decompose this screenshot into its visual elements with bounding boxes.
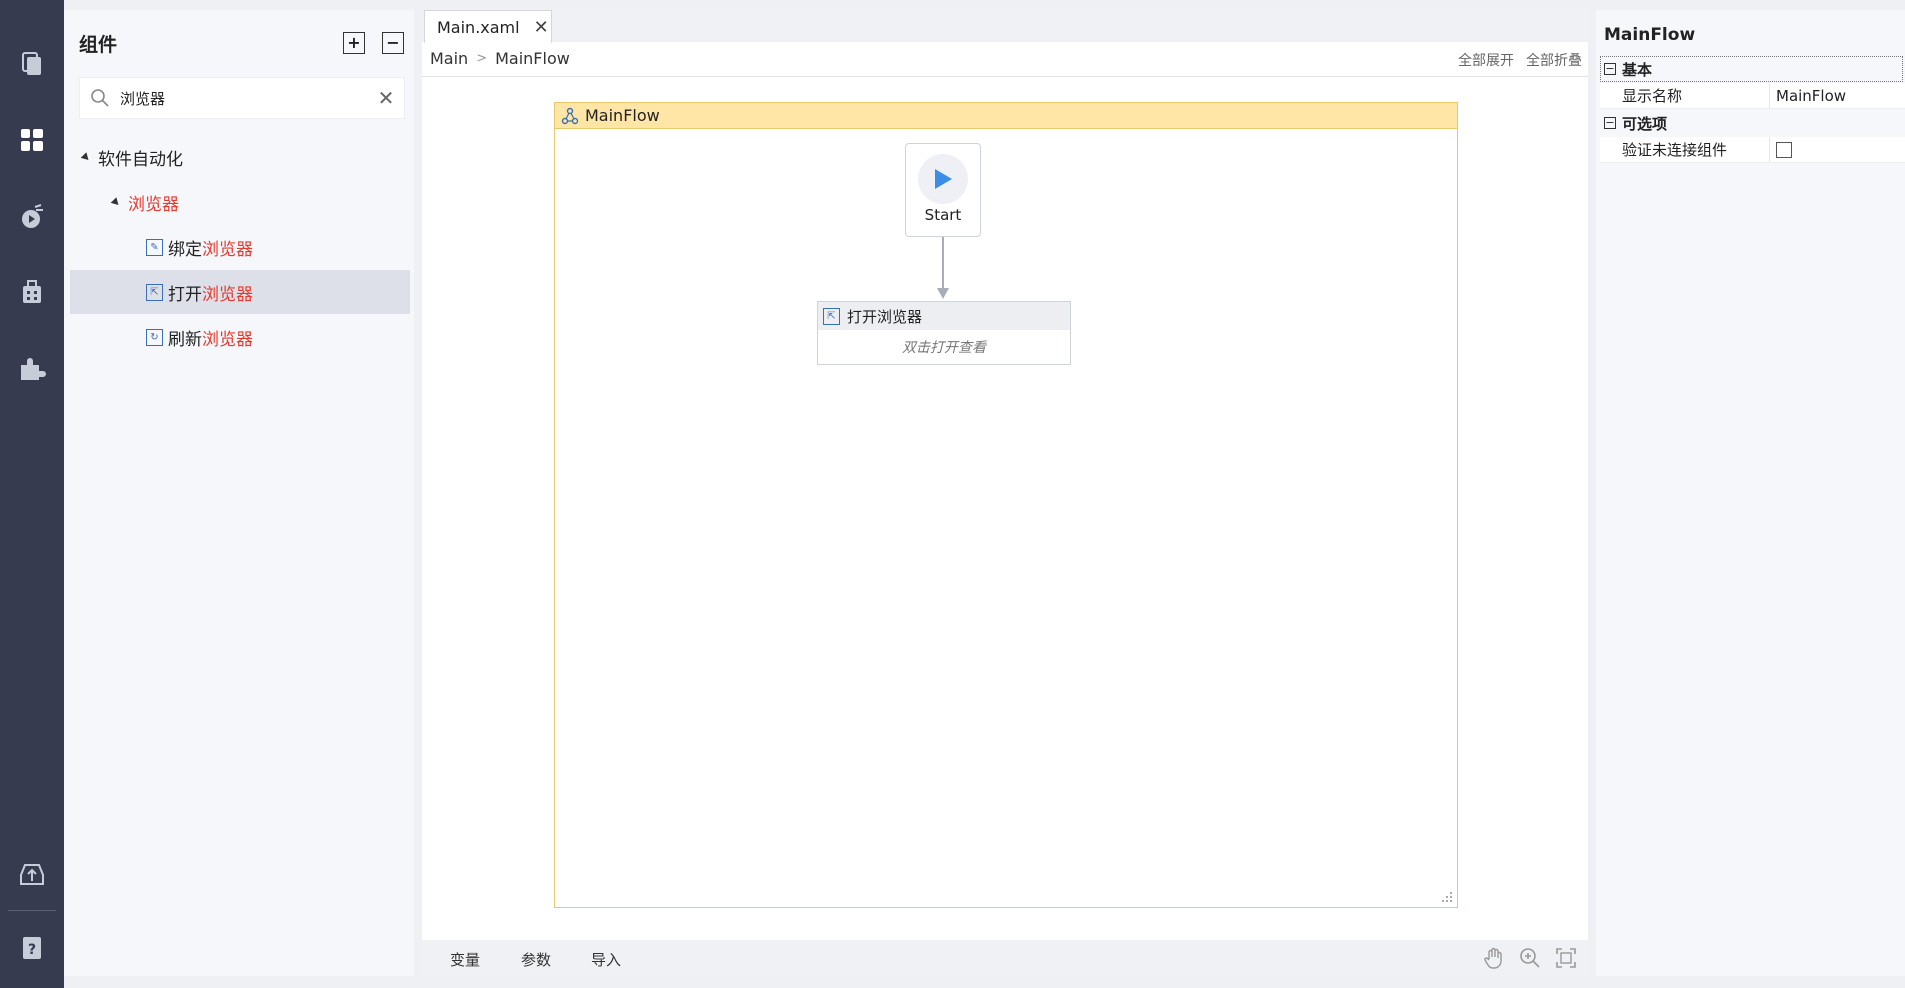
expand-arrow-icon [80,151,92,163]
tree-node-label: 浏览器 [128,194,179,215]
validate-checkbox[interactable] [1776,141,1792,158]
left-rail: ? [0,0,64,988]
validate-checkbox-cell [1770,141,1792,158]
activity-open-browser[interactable]: ⇱ 打开浏览器 双击打开查看 [817,301,1071,365]
open-browser-icon: ⇱ [146,283,163,301]
activity-hint: 双击打开查看 [902,340,986,356]
breadcrumb: Main > MainFlow [430,49,570,68]
publish-icon[interactable] [10,852,54,896]
app-window: ? 组件 + − 浏览器 ✕ 软件自动化 浏览器 ✎ 绑定 浏览器 ⇱ 打开 浏览器 [0,0,1905,988]
designer-area: Main.xaml ✕ Main > MainFlow 全部展开 全部折叠 Ma… [422,10,1588,976]
activity-title: 打开浏览器 [847,307,923,326]
recorder-icon[interactable] [10,194,54,238]
breadcrumb-mainflow[interactable]: MainFlow [495,49,570,68]
property-key: 验证未连接组件 [1600,137,1770,162]
collapse-all-icon[interactable]: − [382,32,404,54]
tree-item-match: 浏览器 [202,239,253,260]
tree-node-label: 软件自动化 [98,149,183,170]
component-search[interactable]: 浏览器 ✕ [79,77,405,119]
properties-panel: MainFlow − 基本 显示名称 MainFlow − 可选项 验证未连接组… [1596,10,1905,976]
start-node[interactable]: Start [905,143,981,237]
tree-item-prefix: 刷新 [168,329,202,350]
expand-all-icon[interactable]: + [343,32,365,54]
category-basic[interactable]: − 基本 [1600,56,1905,82]
tree-item-prefix: 打开 [168,284,202,305]
activity-header: ⇱ 打开浏览器 [818,302,1070,330]
flow-connector[interactable] [942,237,944,289]
category-label: 基本 [1622,60,1653,79]
tree-node-browser[interactable]: 浏览器 [70,180,410,224]
tree-item-match: 浏览器 [202,284,253,305]
breadcrumb-separator: > [476,51,488,66]
resize-grip-icon[interactable] [1439,889,1453,903]
flowchart-header: MainFlow [555,103,1457,129]
divider [422,76,1588,77]
expand-arrow-icon [110,196,122,208]
tab-imports[interactable]: 导入 [591,949,621,970]
zoom-in-icon[interactable] [1518,946,1542,970]
collapse-category-icon[interactable]: − [1604,63,1616,75]
flowchart-title: MainFlow [585,106,660,125]
tree-item-prefix: 绑定 [168,239,202,260]
plugin-icon[interactable] [10,346,54,390]
hand-pan-icon[interactable] [1482,946,1506,970]
help-icon[interactable]: ? [10,926,54,970]
collapse-category-icon[interactable]: − [1604,117,1616,129]
play-icon [918,154,968,204]
designer-bottom-bar: 变量 参数 导入 [422,940,1588,976]
tab-variables[interactable]: 变量 [450,949,480,970]
fit-to-screen-icon[interactable] [1554,946,1578,970]
category-optional[interactable]: − 可选项 [1600,110,1905,136]
tree-item-open-browser[interactable]: ⇱ 打开 浏览器 [70,270,410,314]
rail-divider [8,910,56,911]
breadcrumb-main[interactable]: Main [430,49,468,68]
property-key: 显示名称 [1600,83,1770,108]
tree-item-bind-browser[interactable]: ✎ 绑定 浏览器 [70,225,410,269]
tree-item-match: 浏览器 [202,329,253,350]
clear-search-icon[interactable]: ✕ [368,86,404,110]
tab-arguments[interactable]: 参数 [521,949,551,970]
search-input[interactable]: 浏览器 [120,88,368,109]
document-tabs: Main.xaml ✕ [422,10,1588,43]
svg-text:?: ? [28,942,36,958]
expand-collapse-links: 全部展开 全部折叠 [1458,50,1582,70]
tab-label: Main.xaml [437,17,520,37]
files-icon[interactable] [10,42,54,86]
expand-all-link[interactable]: 全部展开 [1458,50,1514,70]
connector-arrow-icon [937,288,949,299]
start-label: Start [924,206,962,224]
property-row-display-name: 显示名称 MainFlow [1600,83,1905,109]
flowchart-icon [561,107,579,124]
property-row-validate: 验证未连接组件 [1600,137,1905,163]
refresh-browser-icon: ↻ [146,328,163,346]
tab-main-xaml[interactable]: Main.xaml ✕ [424,10,552,43]
collapse-all-link[interactable]: 全部折叠 [1526,50,1582,70]
components-title: 组件 [79,34,118,56]
components-icon[interactable] [10,118,54,162]
properties-title: MainFlow [1604,25,1696,45]
open-browser-icon: ⇱ [823,307,840,325]
tree-node-software-automation[interactable]: 软件自动化 [70,135,410,179]
flowchart-container[interactable]: MainFlow Start ⇱ 打开浏览器 双击打开查看 [554,102,1458,908]
tree-item-refresh-browser[interactable]: ↻ 刷新 浏览器 [70,315,410,359]
category-label: 可选项 [1622,114,1668,133]
close-tab-icon[interactable]: ✕ [534,17,549,38]
display-name-field[interactable]: MainFlow [1770,87,1846,105]
bind-browser-icon: ✎ [146,238,163,256]
components-panel: 组件 + − 浏览器 ✕ 软件自动化 浏览器 ✎ 绑定 浏览器 ⇱ 打开 浏览器 ↻ [64,10,414,976]
package-icon[interactable] [10,270,54,314]
search-icon [80,88,120,108]
